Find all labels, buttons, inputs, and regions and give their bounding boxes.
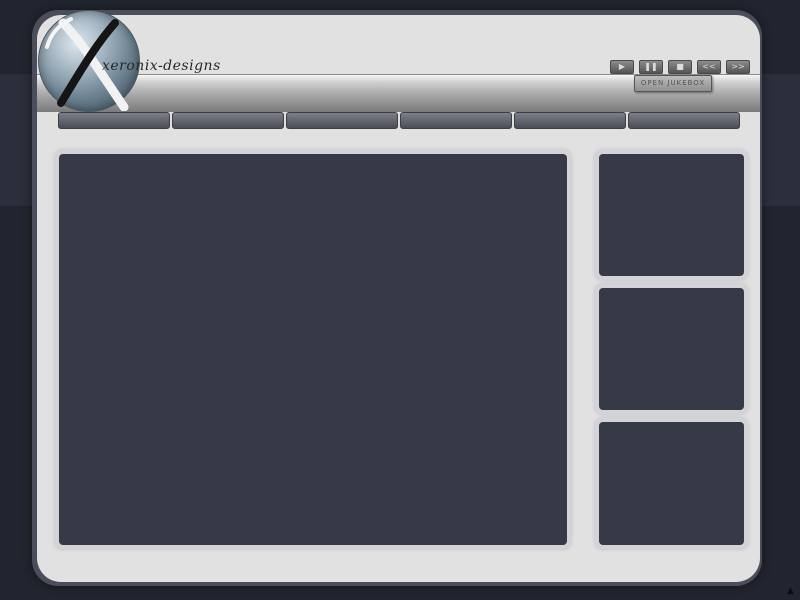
stop-button[interactable]: ■ [668, 60, 692, 74]
nav-button-6[interactable] [628, 112, 740, 129]
next-button[interactable]: >> [726, 60, 750, 74]
media-controls: ▶ ❚❚ ■ << >> [610, 60, 750, 74]
nav-button-2[interactable] [172, 112, 284, 129]
play-button[interactable]: ▶ [610, 60, 634, 74]
nav-bar [58, 112, 740, 129]
open-jukebox-button[interactable]: OPEN JUKEBOX [634, 75, 712, 92]
previous-button[interactable]: << [697, 60, 721, 74]
sidebar-box-1 [599, 154, 744, 276]
nav-button-4[interactable] [400, 112, 512, 129]
pause-button[interactable]: ❚❚ [639, 60, 663, 74]
main-content-area [59, 154, 567, 545]
sidebar-box-3 [599, 422, 744, 545]
nav-button-1[interactable] [58, 112, 170, 129]
corner-arrow-icon[interactable]: ▲ [787, 586, 794, 596]
nav-button-3[interactable] [286, 112, 398, 129]
logo-text: xeronix-designs [102, 58, 221, 74]
sidebar-box-2 [599, 288, 744, 410]
nav-button-5[interactable] [514, 112, 626, 129]
